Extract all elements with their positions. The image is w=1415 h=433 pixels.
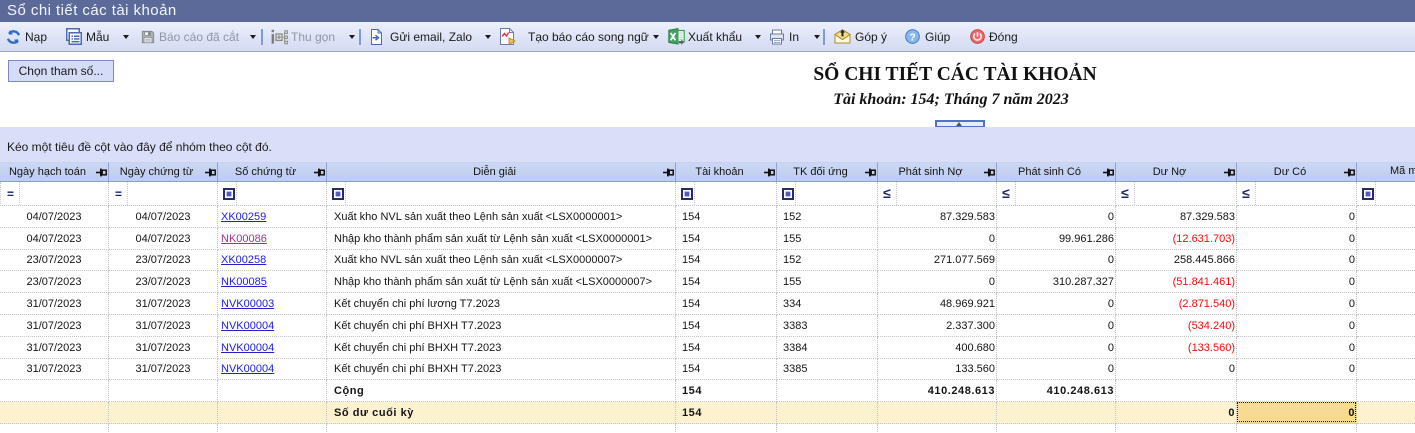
svg-text:?: ? bbox=[909, 32, 915, 43]
